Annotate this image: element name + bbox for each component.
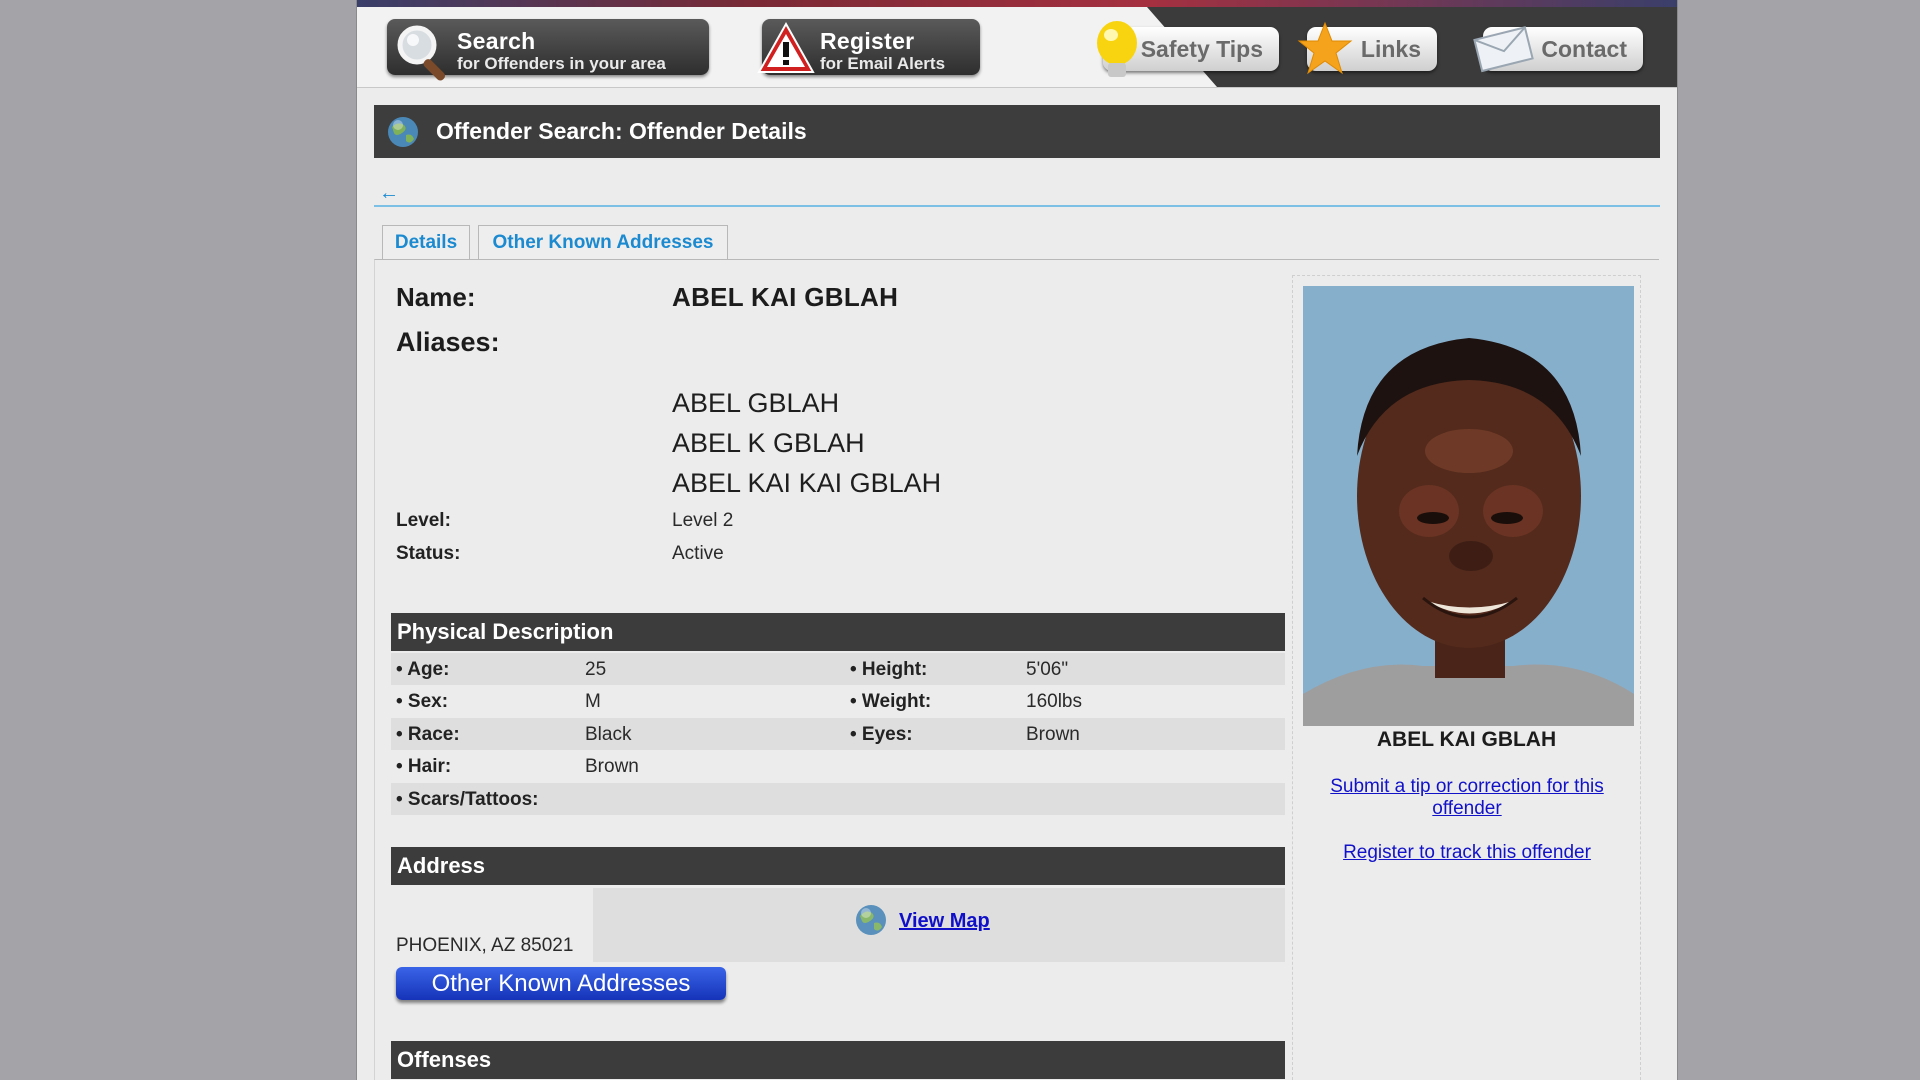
register-alerts-button[interactable]: Register for Email Alerts bbox=[757, 19, 980, 75]
lightbulb-icon bbox=[1097, 21, 1137, 77]
globe-icon bbox=[856, 905, 886, 935]
physical-row: • Age: 25 • Height: 5'06" bbox=[391, 653, 1285, 685]
page-title-bar: Offender Search: Offender Details bbox=[374, 105, 1660, 158]
magnifier-icon bbox=[397, 25, 446, 81]
hair-label: • Hair: bbox=[396, 756, 452, 777]
name-label: Name: bbox=[396, 282, 476, 312]
physical-row: • Hair: Brown bbox=[391, 750, 1285, 782]
weight-value: 160lbs bbox=[1026, 691, 1082, 712]
top-banner-strip bbox=[357, 0, 1677, 7]
physical-row: • Sex: M • Weight: 160lbs bbox=[391, 685, 1285, 717]
level-value: Level 2 bbox=[672, 510, 734, 531]
offender-name: ABEL KAI GBLAH bbox=[672, 282, 899, 312]
sex-label: • Sex: bbox=[396, 691, 449, 712]
alias-item: ABEL K GBLAH bbox=[672, 428, 865, 458]
age-label: • Age: bbox=[396, 659, 450, 680]
status-label: Status: bbox=[396, 543, 461, 564]
address-text: PHOENIX, AZ 85021 bbox=[396, 935, 574, 956]
contact-button[interactable]: Contact bbox=[1473, 26, 1643, 73]
hair-value: Brown bbox=[585, 756, 639, 777]
age-value: 25 bbox=[585, 659, 607, 680]
height-value: 5'06" bbox=[1026, 659, 1069, 680]
eyes-label: • Eyes: bbox=[850, 724, 913, 745]
globe-icon bbox=[388, 117, 418, 147]
race-label: • Race: bbox=[396, 724, 460, 745]
alias-item: ABEL GBLAH bbox=[672, 388, 840, 418]
aliases-label: Aliases: bbox=[396, 327, 500, 357]
page: Search for Offenders in your area Regist… bbox=[356, 0, 1678, 1080]
search-button-subtitle: for Offenders in your area bbox=[457, 54, 666, 73]
alias-item: ABEL KAI KAI GBLAH bbox=[672, 468, 942, 498]
physical-description-header: Physical Description bbox=[391, 613, 1285, 651]
safety-tips-button[interactable]: Safety Tips bbox=[1097, 21, 1279, 77]
register-button-title: Register bbox=[820, 28, 915, 54]
view-map-link[interactable]: View Map bbox=[899, 910, 990, 933]
weight-label: • Weight: bbox=[850, 691, 932, 712]
scars-tattoos-label: • Scars/Tattoos: bbox=[396, 789, 539, 810]
eyes-value: Brown bbox=[1026, 724, 1080, 745]
search-button-title: Search bbox=[457, 28, 536, 54]
offenses-header: Offenses bbox=[391, 1041, 1285, 1079]
register-track-link[interactable]: Register to track this offender bbox=[1317, 842, 1617, 864]
back-arrow-icon[interactable]: ← bbox=[379, 182, 399, 205]
physical-row: • Race: Black • Eyes: Brown bbox=[391, 718, 1285, 750]
address-header: Address bbox=[391, 847, 1285, 885]
contact-label: Contact bbox=[1541, 36, 1627, 62]
search-offenders-button[interactable]: Search for Offenders in your area bbox=[387, 19, 709, 81]
submit-tip-link[interactable]: Submit a tip or correction for this offe… bbox=[1317, 776, 1617, 820]
envelope-icon bbox=[1473, 26, 1534, 73]
warning-icon bbox=[757, 21, 815, 73]
links-button[interactable]: Links bbox=[1297, 21, 1437, 75]
physical-row: • Scars/Tattoos: bbox=[391, 783, 1285, 815]
safety-tips-label: Safety Tips bbox=[1140, 36, 1263, 62]
level-label: Level: bbox=[396, 510, 451, 531]
page-title: Offender Search: Offender Details bbox=[436, 118, 807, 144]
status-value: Active bbox=[672, 543, 724, 564]
top-navigation: Search for Offenders in your area Regist… bbox=[357, 7, 1677, 88]
links-label: Links bbox=[1360, 36, 1421, 62]
star-icon bbox=[1297, 21, 1353, 75]
tab-other-known-addresses[interactable]: Other Known Addresses bbox=[478, 225, 728, 260]
tab-details[interactable]: Details bbox=[382, 225, 470, 260]
height-label: • Height: bbox=[850, 659, 928, 680]
divider bbox=[374, 205, 1660, 207]
register-button-subtitle: for Email Alerts bbox=[820, 54, 946, 73]
race-value: Black bbox=[585, 724, 632, 745]
sex-value: M bbox=[585, 691, 601, 712]
photo-caption: ABEL KAI GBLAH bbox=[1376, 728, 1557, 751]
other-known-addresses-button[interactable]: Other Known Addresses bbox=[396, 967, 726, 1000]
offender-photo bbox=[1303, 286, 1634, 726]
